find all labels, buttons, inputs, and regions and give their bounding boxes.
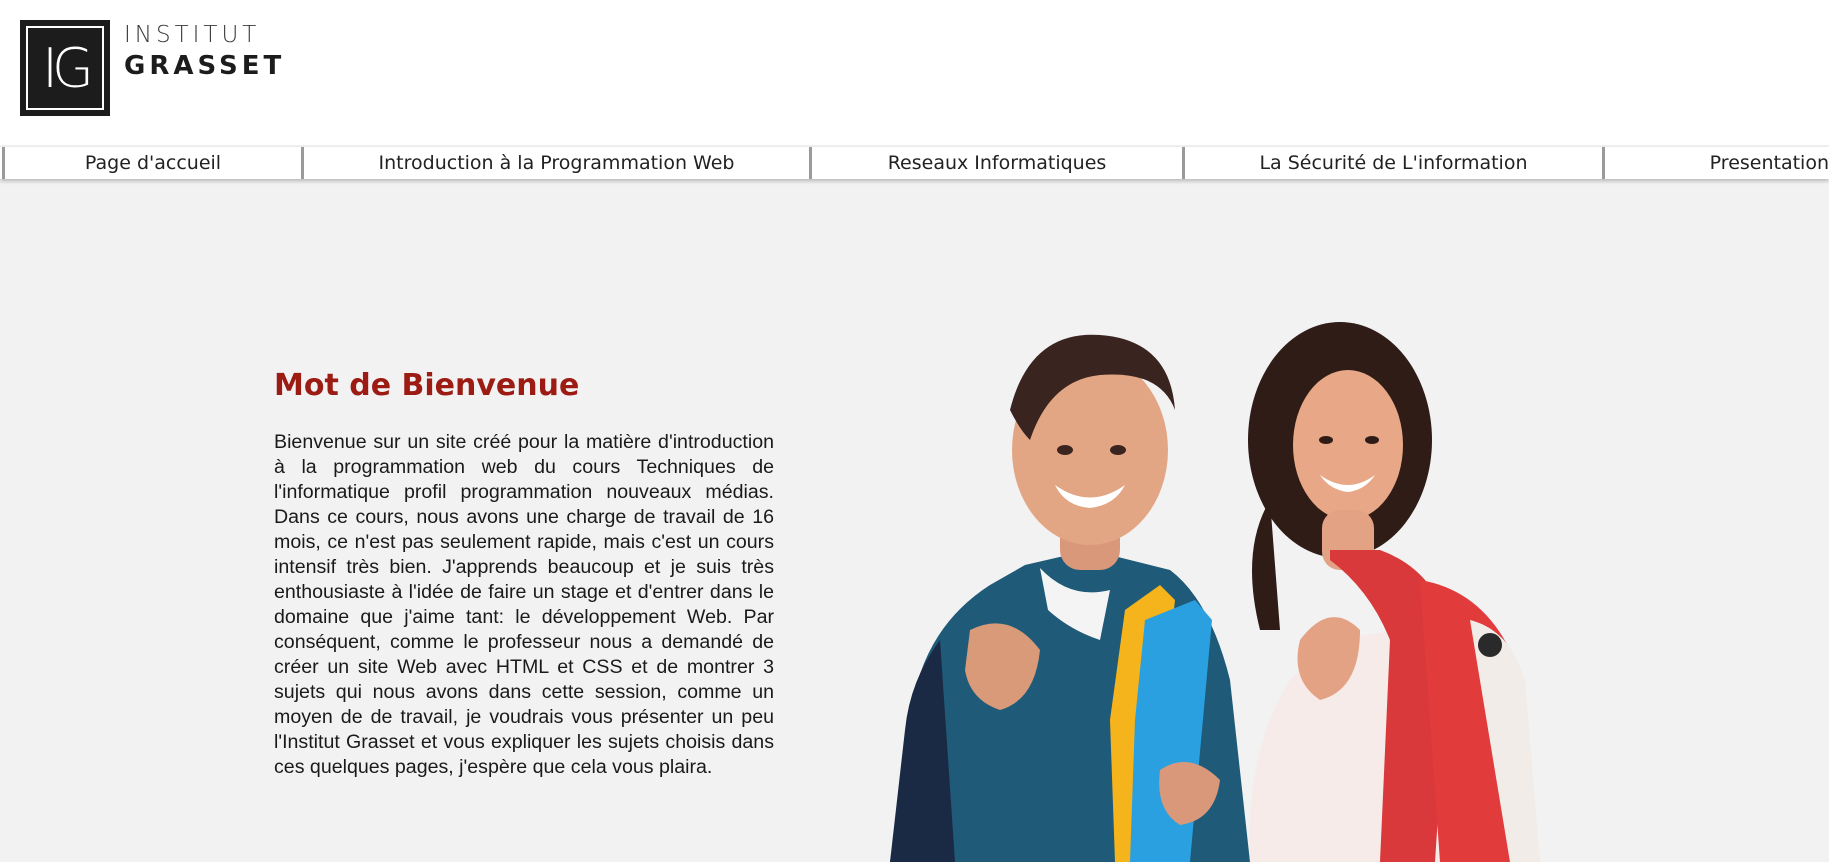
main-nav: Page d'accueil Introduction à la Program… <box>0 147 1829 179</box>
logo-line-grasset: GRASSET <box>124 51 286 81</box>
nav-item-programmation-web[interactable]: Introduction à la Programmation Web <box>301 147 809 179</box>
welcome-paragraph: Bienvenue sur un site créé pour la matiè… <box>274 431 774 778</box>
nav-item-accueil[interactable]: Page d'accueil <box>2 147 301 179</box>
nav-item-presentation[interactable]: Presentation <box>1602 147 1829 179</box>
site-header: IG INSTITUT GRASSET <box>0 0 1829 145</box>
student-boy-figure <box>890 334 1250 862</box>
nav-item-securite[interactable]: La Sécurité de L'information <box>1182 147 1602 179</box>
student-girl-figure <box>1248 322 1540 862</box>
logo-glyph: IG <box>42 36 94 100</box>
logo-line-institut: INSTITUT <box>124 22 261 48</box>
logo-mark: IG <box>20 20 110 116</box>
students-photo <box>890 322 1540 862</box>
logo-wordmark: INSTITUT GRASSET <box>124 20 285 82</box>
welcome-section: Mot de Bienvenue Bienvenue sur un site c… <box>274 364 774 780</box>
institut-grasset-logo[interactable]: IG INSTITUT GRASSET <box>20 20 285 116</box>
welcome-title: Mot de Bienvenue <box>274 368 580 403</box>
nav-item-reseaux[interactable]: Reseaux Informatiques <box>809 147 1182 179</box>
